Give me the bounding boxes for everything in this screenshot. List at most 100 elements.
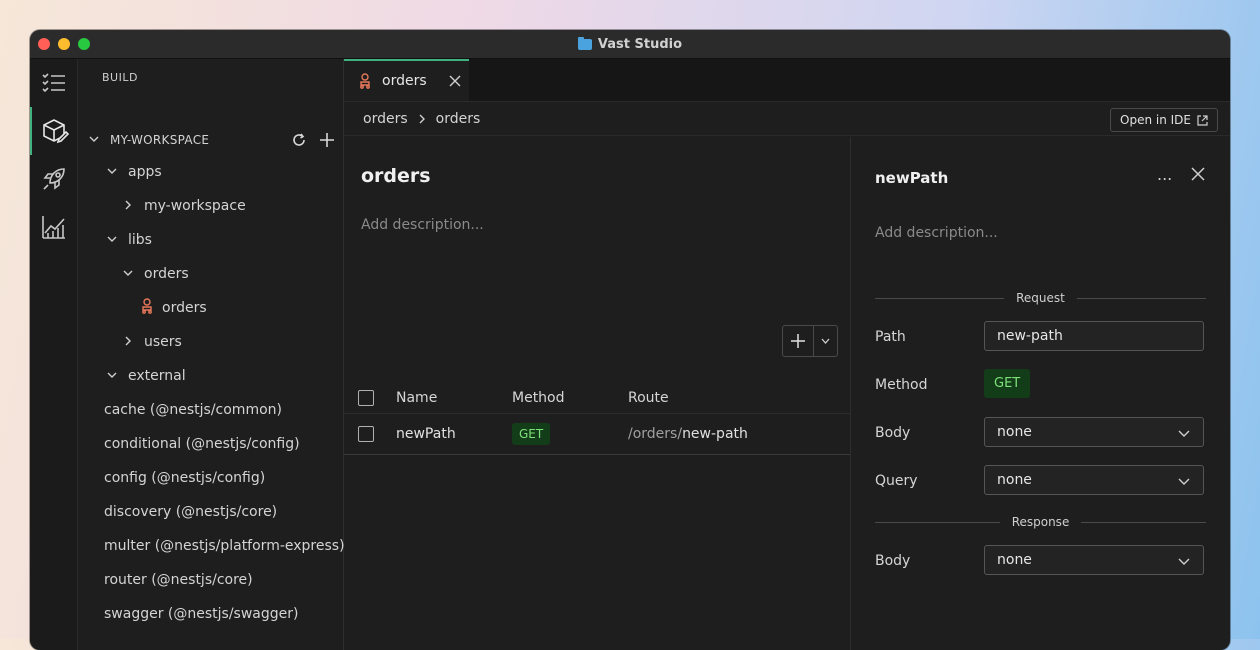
- chevron-down-icon: [104, 165, 120, 179]
- close-icon[interactable]: [1191, 167, 1205, 181]
- panel-description-field[interactable]: Add description...: [875, 225, 998, 241]
- tree-item[interactable]: users: [78, 330, 385, 354]
- tree-item-label: conditional (@nestjs/config): [104, 436, 300, 452]
- tree-item[interactable]: apps: [78, 160, 369, 184]
- chevron-right-icon: [419, 114, 425, 123]
- workspace-name: MY-WORKSPACE: [110, 133, 210, 147]
- tree-item-label: libs: [128, 232, 152, 248]
- breadcrumb: orders orders Open in IDE: [344, 102, 1230, 136]
- chevron-down-icon: [1178, 430, 1190, 437]
- route-name: newPath: [396, 426, 456, 442]
- app-window: Vast Studio BUILD MY-WORKSPACE apps my-w…: [30, 30, 1230, 650]
- open-in-ide-label: Open in IDE: [1120, 113, 1191, 127]
- tree-item[interactable]: multer (@nestjs/platform-express): [78, 534, 369, 558]
- minimize-window-button[interactable]: [58, 38, 70, 50]
- request-section-divider: Request: [875, 290, 1206, 306]
- chevron-down-icon: [1178, 558, 1190, 565]
- route-detail-panel: newPath ... Add description... Request P…: [851, 137, 1230, 650]
- more-options-icon[interactable]: ...: [1157, 165, 1175, 185]
- tree-item-label: config (@nestjs/config): [104, 470, 266, 486]
- method-label: Method: [875, 377, 928, 393]
- maximize-window-button[interactable]: [78, 38, 90, 50]
- package-edit-icon: [42, 119, 69, 144]
- tree-item-label: external: [128, 368, 186, 384]
- add-route-button[interactable]: [783, 326, 814, 356]
- chevron-right-icon: [120, 335, 136, 349]
- tree-item[interactable]: discovery (@nestjs/core): [78, 500, 369, 524]
- workspace-row[interactable]: MY-WORKSPACE: [78, 128, 351, 152]
- window-controls: [38, 38, 90, 50]
- add-route-split-button: [782, 325, 838, 357]
- response-body-select[interactable]: none: [984, 545, 1204, 575]
- workspace-actions: [291, 128, 335, 152]
- open-in-ide-button[interactable]: Open in IDE: [1110, 108, 1218, 132]
- main-area: orders orders orders Open in IDE orders …: [344, 59, 1230, 650]
- select-all-checkbox[interactable]: [358, 390, 374, 406]
- chevron-right-icon: [120, 199, 136, 213]
- chevron-down-icon: [104, 369, 120, 383]
- window-title: Vast Studio: [597, 36, 683, 52]
- rocket-icon: [42, 168, 65, 190]
- folder-icon: [577, 36, 592, 50]
- chart-icon: [41, 216, 65, 239]
- tree-item-label: swagger (@nestjs/swagger): [104, 606, 299, 622]
- tab-bar: orders: [344, 59, 1230, 102]
- add-icon[interactable]: [319, 132, 335, 148]
- path-value: new-path: [997, 328, 1063, 344]
- activity-checklist[interactable]: [30, 59, 77, 107]
- tree-item[interactable]: my-workspace: [78, 194, 385, 218]
- column-name: Name: [396, 390, 438, 406]
- query-select[interactable]: none: [984, 465, 1204, 495]
- tree-item[interactable]: orders: [78, 262, 385, 286]
- activity-analytics[interactable]: [30, 203, 77, 251]
- tab-label: orders: [382, 73, 427, 89]
- description-field[interactable]: Add description...: [361, 217, 484, 233]
- response-section-divider: Response: [875, 514, 1207, 530]
- title-bar: Vast Studio: [30, 30, 1230, 59]
- method-badge[interactable]: GET: [984, 369, 1031, 398]
- add-route-dropdown[interactable]: [814, 326, 837, 356]
- close-icon[interactable]: [449, 75, 461, 87]
- path-label: Path: [875, 329, 906, 345]
- route-prefix: /orders/: [628, 426, 683, 442]
- page-title: orders: [361, 165, 431, 187]
- breadcrumb-item[interactable]: orders: [436, 111, 481, 127]
- refresh-icon[interactable]: [291, 132, 307, 148]
- tree-item-label: my-workspace: [144, 198, 246, 214]
- path-input[interactable]: new-path: [984, 321, 1204, 351]
- tree-item-label: orders: [144, 266, 189, 282]
- checklist-icon: [41, 73, 65, 93]
- activity-deploy[interactable]: [30, 155, 77, 203]
- body-label: Body: [875, 425, 911, 441]
- response-body-label: Body: [875, 553, 911, 569]
- controller-icon: [360, 73, 370, 89]
- tree-item[interactable]: config (@nestjs/config): [78, 466, 369, 490]
- chevron-down-icon: [86, 133, 102, 147]
- column-method: Method: [512, 390, 565, 406]
- tree-item[interactable]: router (@nestjs/core): [78, 568, 369, 592]
- chevron-down-icon: [104, 233, 120, 247]
- method-badge: GET: [512, 423, 551, 445]
- tree-item[interactable]: cache (@nestjs/common): [78, 398, 369, 422]
- body-select[interactable]: none: [984, 417, 1204, 447]
- controller-view: orders Add description... Name Method Ro…: [344, 137, 851, 650]
- routes-table-header: Name Method Route: [344, 383, 850, 413]
- controller-icon: [140, 298, 154, 318]
- activity-build[interactable]: [30, 107, 77, 155]
- close-window-button[interactable]: [38, 38, 50, 50]
- tree-item-label: discovery (@nestjs/core): [104, 504, 278, 520]
- tree-item[interactable]: swagger (@nestjs/swagger): [78, 602, 369, 626]
- response-section-label: Response: [1011, 515, 1070, 529]
- row-checkbox[interactable]: [358, 426, 374, 442]
- table-row[interactable]: newPath GET /orders/new-path: [344, 413, 850, 455]
- request-section-label: Request: [1016, 291, 1065, 305]
- tree-item[interactable]: libs: [78, 228, 369, 252]
- tree-item[interactable]: conditional (@nestjs/config): [78, 432, 369, 456]
- breadcrumb-item[interactable]: orders: [363, 111, 408, 127]
- tree-item-label: router (@nestjs/core): [104, 572, 253, 588]
- chevron-down-icon: [120, 267, 136, 281]
- tab-orders[interactable]: orders: [344, 59, 469, 101]
- explorer-sidebar: BUILD MY-WORKSPACE apps my-workspace libs o…: [78, 59, 345, 650]
- tree-item[interactable]: external: [78, 364, 369, 388]
- tree-item-label: cache (@nestjs/common): [104, 402, 282, 418]
